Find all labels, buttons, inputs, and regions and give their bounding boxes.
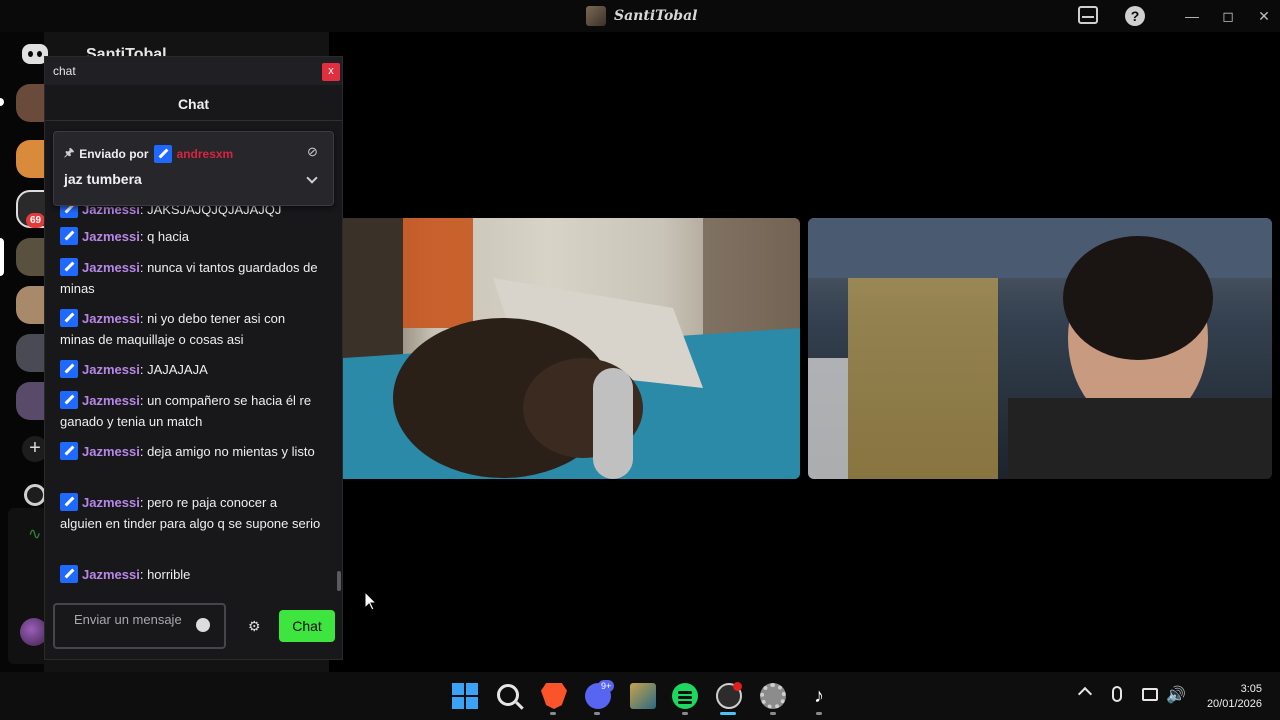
chat-username[interactable]: Jazmessi	[82, 229, 140, 244]
server-icon[interactable]	[16, 84, 46, 122]
pinned-sender-row: 🖈 Enviado por andresxm	[64, 144, 233, 163]
chat-text: q hacia	[147, 229, 189, 244]
chat-username[interactable]: Jazmessi	[82, 260, 140, 275]
minimize-icon[interactable]: —	[1181, 6, 1203, 26]
microphone-icon[interactable]	[1112, 686, 1122, 702]
chat-username[interactable]: Jazmessi	[82, 362, 140, 377]
clock-date: 20/01/2026	[1206, 698, 1262, 710]
server-icon[interactable]	[16, 286, 46, 324]
search-icon[interactable]	[497, 684, 519, 706]
chat-text: horrible	[147, 567, 191, 582]
running-indicator	[682, 712, 688, 715]
window-title: SantiTobal	[614, 8, 698, 24]
network-icon[interactable]	[1142, 688, 1158, 701]
video-feed-left	[343, 218, 800, 479]
video-tile-right[interactable]	[808, 218, 1272, 479]
running-indicator	[594, 712, 600, 715]
notification-badge: 9+	[598, 680, 615, 692]
user-badge-icon	[60, 309, 78, 327]
running-indicator	[770, 712, 776, 715]
active-indicator	[720, 712, 736, 715]
user-badge-icon	[60, 493, 78, 511]
chat-message: Jazmessi: un compañero se hacia él re ga…	[60, 391, 312, 429]
chat-message: Jazmessi: horrible	[60, 564, 322, 585]
pin-icon: 🖈	[64, 147, 75, 159]
settings-icon[interactable]: ⚙	[248, 618, 261, 635]
tiktok-icon[interactable]: ♪	[806, 683, 832, 709]
chat-popup-window: chat x Chat Jazmessi: JAKSJAJQJQJAJAJQJ …	[44, 56, 343, 660]
chat-scrollbar[interactable]	[337, 571, 341, 591]
maximize-icon[interactable]: ◻	[1217, 6, 1239, 26]
chat-header: Chat	[45, 85, 342, 121]
user-badge-icon	[60, 258, 78, 276]
chat-input[interactable]: Enviar un mensaje	[53, 603, 226, 649]
league-icon[interactable]	[630, 683, 656, 709]
server-icon[interactable]	[16, 382, 46, 420]
chat-username[interactable]: Jazmessi	[82, 495, 140, 510]
windows-start-icon[interactable]	[452, 683, 478, 709]
chat-username[interactable]: Jazmessi	[82, 567, 140, 582]
help-icon[interactable]: ?	[1125, 6, 1145, 26]
system-clock[interactable]: 3:05 20/01/2026	[1196, 682, 1262, 712]
volume-icon[interactable]: 🔊	[1166, 685, 1186, 705]
user-badge-icon	[60, 227, 78, 245]
chat-message: Jazmessi: q hacia	[60, 226, 322, 247]
chat-username[interactable]: Jazmessi	[82, 311, 140, 326]
chat-header-title: Chat	[177, 96, 210, 112]
user-badge-icon	[60, 360, 78, 378]
user-badge-icon	[60, 391, 78, 409]
server-icon[interactable]	[16, 334, 46, 372]
settings-app-icon[interactable]	[760, 683, 786, 709]
chat-message: Jazmessi: pero re paja conocer a alguien…	[60, 493, 321, 531]
pinned-username[interactable]: andresxm	[177, 147, 234, 161]
mouse-cursor	[364, 591, 378, 611]
chat-text: JAJAJAJA	[147, 362, 208, 377]
chat-username[interactable]: Jazmessi	[82, 393, 140, 408]
running-indicator	[550, 712, 556, 715]
selected-indicator	[0, 238, 4, 276]
chat-message-list[interactable]: Jazmessi: JAKSJAJQJQJAJAJQJ Jazmessi: q …	[45, 199, 342, 589]
chat-text: deja amigo no mientas y listo	[147, 444, 315, 459]
user-badge-icon	[60, 565, 78, 583]
eye-off-icon[interactable]: ⊘	[307, 144, 318, 160]
video-feed-right	[808, 218, 1272, 479]
close-chat-button[interactable]: x	[322, 63, 340, 81]
chat-message: Jazmessi: deja amigo no mientas y listo	[60, 441, 322, 462]
emoji-icon[interactable]	[196, 618, 210, 632]
inbox-icon[interactable]	[1078, 6, 1098, 24]
pinned-message[interactable]: 🖈 Enviado por andresxm ⊘ jaz tumbera	[53, 131, 334, 206]
recording-dot	[733, 682, 742, 691]
chat-window-titlebar[interactable]: chat x	[45, 57, 342, 85]
title-avatar	[586, 6, 606, 26]
pinned-sent-by-label: Enviado por	[79, 146, 149, 161]
pinned-text: jaz tumbera	[64, 171, 142, 187]
voice-connected-icon: ∿	[28, 526, 42, 543]
mention-badge: 69	[26, 213, 46, 228]
running-indicator	[816, 712, 822, 715]
send-chat-button[interactable]: Chat	[279, 610, 335, 642]
chat-message: Jazmessi: ni yo debo tener asi con minas…	[60, 309, 286, 347]
chat-window-label: chat	[53, 64, 76, 78]
chat-input-placeholder: Enviar un mensaje	[74, 612, 182, 627]
chat-message: Jazmessi: JAJAJAJA	[60, 359, 322, 380]
chevron-down-icon[interactable]	[306, 172, 318, 184]
video-tile-left[interactable]	[343, 218, 800, 479]
server-icon[interactable]	[16, 238, 46, 276]
clock-time: 3:05	[1240, 683, 1262, 695]
spotify-icon[interactable]	[672, 683, 698, 709]
chat-username[interactable]: Jazmessi	[82, 444, 140, 459]
chat-message: Jazmessi: nunca vi tantos guardados de m…	[60, 258, 318, 296]
user-badge-icon	[153, 144, 172, 163]
close-icon[interactable]: ✕	[1253, 6, 1275, 26]
window-title-group: SantiTobal	[586, 5, 697, 27]
discover-icon[interactable]	[24, 484, 46, 506]
user-badge-icon	[60, 442, 78, 460]
server-icon[interactable]	[16, 140, 46, 178]
